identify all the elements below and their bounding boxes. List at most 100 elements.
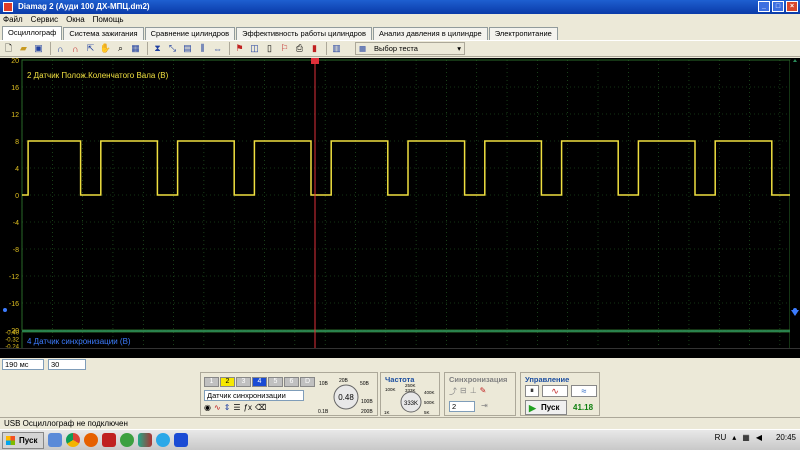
show-desktop-icon[interactable]	[48, 433, 63, 447]
start-menu-button[interactable]: Пуск	[2, 431, 45, 449]
graph-icon[interactable]: ◫	[248, 42, 261, 55]
signal-icon[interactable]: ∿	[214, 403, 221, 412]
language-indicator[interactable]: RU	[715, 433, 727, 442]
channel-3-button[interactable]: 3	[236, 377, 251, 387]
pause-icon[interactable]: ⏸	[525, 385, 539, 397]
freq-mark-500k: 500K	[424, 400, 435, 405]
upper-y-axis: 201612840-4-8-12-16-20	[9, 58, 19, 335]
split-channels-icon[interactable]: ⧗	[151, 42, 164, 55]
zoom-fit-icon[interactable]: ⤡	[166, 42, 179, 55]
measure-icon[interactable]: ⇔	[211, 42, 224, 55]
frequency-knob[interactable]: 333K 100K 250K 333K 400K 500K 1K 5K	[382, 382, 440, 416]
volume-icon[interactable]: ◀	[756, 433, 762, 442]
tab-cylinder-efficiency[interactable]: Эффективность работы цилиндров	[236, 27, 372, 40]
channel-2-button[interactable]: 2	[220, 377, 235, 387]
save-icon[interactable]: ▣	[32, 42, 45, 55]
page-icon[interactable]: ▯	[263, 42, 276, 55]
columns-icon[interactable]: ⫼	[196, 42, 209, 55]
h-scrollbar[interactable]	[0, 348, 800, 358]
y-tick-label: -16	[9, 301, 19, 308]
channel-d-button[interactable]: D	[300, 377, 315, 387]
clock[interactable]: 20:45	[776, 433, 796, 442]
oscilloscope-display[interactable]: 201612840-4-8-12-16-20 -0.40-0.32-0.24-0…	[0, 58, 800, 358]
sine-wave-icon[interactable]: ∿	[542, 385, 568, 397]
tab-cylinder-compare[interactable]: Сравнение цилиндров	[144, 27, 236, 40]
timebase-value: 190 мс	[5, 359, 29, 369]
sync-arrow-icon[interactable]: ⇥	[481, 401, 488, 410]
eye-icon[interactable]: ◉	[204, 403, 211, 412]
menu-service[interactable]: Сервис	[31, 14, 58, 26]
voltage-mark-100: 100B	[361, 399, 373, 405]
scope-svg[interactable]: 201612840-4-8-12-16-20 -0.40-0.32-0.24-0…	[0, 58, 800, 358]
timebase-select[interactable]: 190 мс	[2, 358, 44, 370]
channel-1-button[interactable]: 1	[204, 377, 219, 387]
chip-icon[interactable]: ▥	[330, 42, 343, 55]
app-multi-icon[interactable]	[138, 433, 153, 447]
counter-value: 41.18	[573, 403, 594, 412]
y-tick-label: 8	[15, 139, 19, 146]
tab-ignition[interactable]: Система зажигания	[63, 27, 144, 40]
headphones-icon[interactable]: ∩	[54, 42, 67, 55]
close-button[interactable]: ×	[786, 1, 798, 12]
tray-icon-1[interactable]: ▴	[732, 433, 736, 442]
cursor-icon[interactable]: ⇱	[84, 42, 97, 55]
sensor-select[interactable]: Датчик синхронизации	[204, 390, 304, 401]
select-test-button[interactable]: ▦ Выбор теста ▾	[355, 42, 465, 55]
open-folder-icon[interactable]: ▰	[17, 42, 30, 55]
new-file-icon[interactable]: 🗋	[2, 42, 15, 55]
scale-icon[interactable]: ⇕	[224, 403, 231, 412]
voltage-knob[interactable]: 0.48 10B 20B 50B 100B 200B 0.1B	[316, 375, 376, 415]
channel-selector: 123456D	[204, 376, 316, 387]
freq-mark-100k: 100K	[385, 387, 396, 392]
bookmark-icon[interactable]: ▮	[308, 42, 321, 55]
zoom-select[interactable]: 30	[48, 358, 86, 370]
control-panel: Управление ⏸ ∿ ≈ ▶ Пуск 41.18	[520, 372, 600, 416]
sync-edge-icon[interactable]: ⊥	[470, 386, 477, 397]
multi-wave-icon[interactable]: ≈	[571, 385, 597, 397]
flag-icon[interactable]: ⚐	[278, 42, 291, 55]
maximize-button[interactable]: □	[772, 1, 784, 12]
menu-file[interactable]: Файл	[3, 14, 23, 26]
lines-icon[interactable]: ☰	[233, 403, 240, 412]
voltage-mark-01: 0.1B	[318, 409, 329, 415]
start-button[interactable]: ▶ Пуск	[525, 400, 567, 415]
start-button-label: Пуск	[541, 403, 560, 412]
sync-rise-icon[interactable]: ⤴	[449, 386, 457, 397]
diamag-task-icon[interactable]	[174, 433, 189, 447]
sync-channel-select[interactable]: 2	[449, 401, 475, 412]
cursor-handle[interactable]	[311, 58, 319, 64]
delete-icon[interactable]: ⌫	[255, 403, 266, 412]
menu-help[interactable]: Помощь	[93, 14, 124, 26]
tab-oscilloscope[interactable]: Осциллограф	[2, 26, 63, 40]
network-icon[interactable]: ▦	[742, 433, 750, 442]
channel-4-button[interactable]: 4	[252, 377, 267, 387]
marker-flag-icon[interactable]: ⚑	[233, 42, 246, 55]
chrome-icon[interactable]	[66, 433, 81, 447]
sync-auto-icon[interactable]: ✎	[480, 386, 487, 397]
ch4-marker-right-icon[interactable]	[793, 308, 797, 312]
tab-power-supply[interactable]: Электропитание	[488, 27, 558, 40]
arch-icon[interactable]: ∩	[69, 42, 82, 55]
grid-lines-icon[interactable]: ▤	[181, 42, 194, 55]
pan-icon[interactable]: ✋	[99, 42, 112, 55]
app-red-icon[interactable]	[102, 433, 117, 447]
y-tick-label: 12	[11, 112, 19, 119]
skype-icon[interactable]	[156, 433, 171, 447]
control-title: Управление	[525, 375, 570, 384]
menu-windows[interactable]: Окна	[66, 14, 85, 26]
grid-icon[interactable]: ▦	[129, 42, 142, 55]
firefox-icon[interactable]	[84, 433, 99, 447]
print-icon[interactable]: ⎙	[293, 42, 306, 55]
channel4-label: 4 Датчик синхронизации (В)	[27, 337, 131, 346]
utorrent-icon[interactable]	[120, 433, 135, 447]
y-tick-label: -4	[13, 220, 19, 227]
function-icon[interactable]: ƒx	[244, 403, 252, 412]
ch4-marker-left-icon[interactable]	[3, 308, 7, 312]
minimize-button[interactable]: _	[758, 1, 770, 12]
sync-level-icon[interactable]: ⊟	[460, 386, 467, 397]
channel-6-button[interactable]: 6	[284, 377, 299, 387]
zoom-icon[interactable]: ⌕	[114, 42, 127, 55]
channel-5-button[interactable]: 5	[268, 377, 283, 387]
status-bar: USB Осциллограф не подключен	[0, 417, 800, 429]
tab-pressure-analysis[interactable]: Анализ давления в цилиндре	[372, 27, 488, 40]
